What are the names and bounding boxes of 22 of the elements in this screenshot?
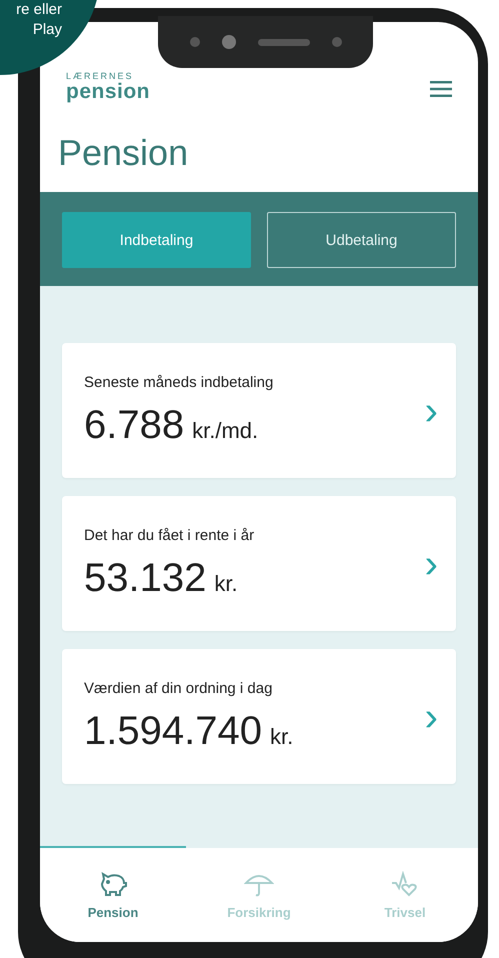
menu-icon[interactable] bbox=[430, 81, 452, 97]
summary-card[interactable]: Det har du fået i rente i år 53.132 kr. › bbox=[62, 496, 456, 631]
tab[interactable]: Indbetaling bbox=[62, 212, 251, 268]
card-label: Seneste måneds indbetaling bbox=[84, 374, 274, 390]
amount-value: 6.788 kr./md. bbox=[84, 402, 260, 448]
chevron-icon: › bbox=[424, 696, 438, 736]
nav-tab[interactable]: Pension bbox=[40, 846, 186, 942]
piggy-bank-icon bbox=[98, 870, 128, 896]
tab[interactable]: Udbetaling bbox=[267, 212, 456, 268]
chevron-icon: › bbox=[424, 544, 438, 584]
page-title: Pension bbox=[58, 132, 190, 175]
card-label: Værdien af din ordning i dag bbox=[84, 680, 274, 696]
summary-card[interactable]: Værdien af din ordning i dag 1.594.740 kr. › bbox=[62, 649, 456, 784]
chevron-icon: › bbox=[424, 390, 438, 430]
logo: LÆRERNES pension bbox=[66, 72, 150, 102]
summary-card[interactable]: Seneste måneds indbetaling 6.788 kr./md. › bbox=[62, 343, 456, 478]
card-label: Det har du fået i rente i år bbox=[84, 526, 256, 544]
badge-text: Play bbox=[32, 20, 62, 39]
amount-value: 53.132 kr. bbox=[84, 556, 239, 600]
badge-text: re eller bbox=[16, 0, 62, 20]
heart-pulse-icon bbox=[390, 870, 420, 896]
amount-value: 1.594.740 kr. bbox=[84, 708, 294, 754]
